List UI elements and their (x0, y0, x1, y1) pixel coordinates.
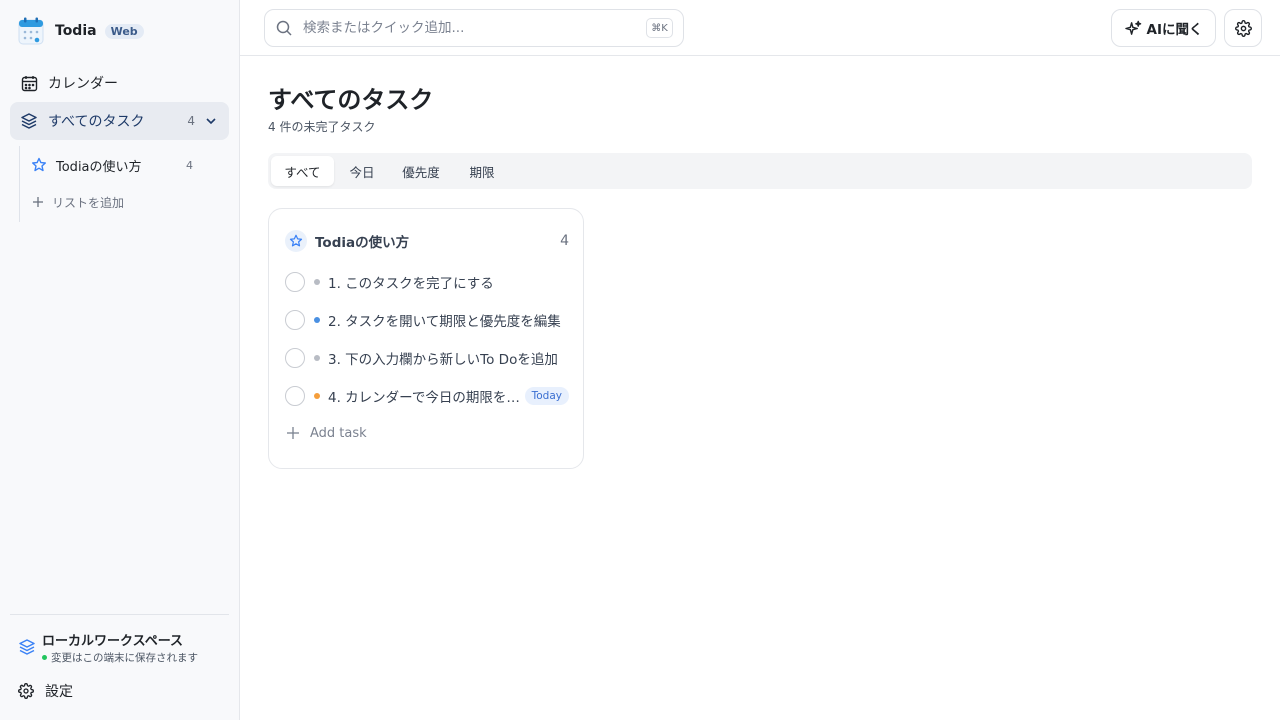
add-task-label: Add task (310, 425, 367, 441)
task-checkbox[interactable] (285, 348, 305, 368)
layers-icon (19, 639, 35, 655)
calendar-icon (20, 74, 38, 92)
task-checkbox[interactable] (285, 386, 305, 406)
priority-dot-icon (314, 393, 320, 399)
task-text: 3. 下の入力欄から新しいTo Doを追加 (328, 352, 558, 368)
task-text: 2. タスクを開いて期限と優先度を編集 (328, 314, 561, 330)
gear-icon (1234, 19, 1252, 37)
brand[interactable]: Todia Web (18, 16, 144, 46)
page-title: すべてのタスク (268, 86, 434, 114)
card-title: Todiaの使い方 (315, 235, 410, 251)
add-list-label: リストを追加 (52, 195, 125, 210)
workspace-subtitle: 変更はこの端末に保存されます (42, 650, 198, 665)
sidebar-item-label: すべてのタスク (48, 114, 145, 130)
filter-tabs: すべて 今日 優先度 期限 (268, 153, 1252, 189)
gear-icon (18, 683, 34, 699)
plus-icon (287, 427, 299, 439)
priority-dot-icon (314, 279, 320, 285)
app-badge: Web (104, 23, 144, 39)
sidebar-list-label: Todiaの使い方 (56, 159, 142, 175)
workspace-title: ローカルワークスペース (42, 634, 184, 649)
add-task-button[interactable]: Add task (286, 421, 367, 445)
task-item[interactable]: 2. タスクを開いて期限と優先度を編集 (285, 307, 569, 333)
task-checkbox[interactable] (285, 272, 305, 292)
sidebar-item-all-tasks[interactable]: すべてのタスク 4 (10, 102, 229, 140)
workspace-status-text: 変更はこの端末に保存されます (51, 652, 198, 664)
task-list-card: Todiaの使い方 4 1. このタスクを完了にする 2. タスクを開いて期限と… (268, 208, 584, 469)
app-name: Todia (55, 23, 97, 39)
sidebar-list-item[interactable]: Todiaの使い方 4 (30, 150, 200, 180)
topbar: ⌘K AIに聞く (240, 0, 1280, 56)
ask-ai-label: AIに聞く (1146, 22, 1203, 38)
sidebar-item-label: カレンダー (48, 76, 118, 92)
priority-dot-icon (314, 317, 320, 323)
search-shortcut: ⌘K (646, 18, 673, 38)
task-checkbox[interactable] (285, 310, 305, 330)
tab-all[interactable]: すべて (271, 156, 334, 186)
layers-icon (20, 112, 38, 130)
task-text: 1. このタスクを完了にする (328, 276, 494, 292)
sidebar: Todia Web カレンダー すべてのタスク 4 Todiaの使い方 4 リス… (0, 0, 240, 720)
app-logo-icon (18, 17, 44, 45)
list-count: 4 (186, 158, 193, 172)
add-list-button[interactable]: リストを追加 (30, 187, 200, 217)
priority-dot-icon (314, 355, 320, 361)
search-icon (276, 20, 292, 36)
sidebar-item-calendar[interactable]: カレンダー (10, 64, 229, 102)
task-item[interactable]: 3. 下の入力欄から新しいTo Doを追加 (285, 345, 569, 371)
search-input[interactable] (303, 20, 633, 36)
card-count: 4 (560, 233, 569, 249)
chevron-down-icon[interactable] (203, 113, 219, 129)
settings-button[interactable] (1224, 9, 1262, 47)
sidebar-item-settings[interactable]: 設定 (18, 678, 73, 704)
task-item[interactable]: 1. このタスクを完了にする (285, 269, 569, 295)
page-subtitle: 4 件の未完了タスク (268, 120, 376, 134)
sparkles-icon (1124, 20, 1141, 35)
sublist-guide-line (19, 146, 20, 222)
task-item[interactable]: 4. カレンダーで今日の期限を確認 Today (285, 383, 569, 409)
star-icon (285, 230, 307, 252)
card-header: Todiaの使い方 4 (285, 229, 569, 253)
star-icon (30, 156, 48, 174)
plus-icon (30, 193, 46, 211)
ask-ai-button[interactable]: AIに聞く (1111, 9, 1216, 47)
sidebar-divider (10, 614, 229, 615)
status-dot-icon (42, 655, 47, 660)
workspace-switcher[interactable]: ローカルワークスペース 変更はこの端末に保存されます (18, 630, 228, 666)
tab-today[interactable]: 今日 (338, 156, 386, 186)
due-today-badge: Today (524, 387, 569, 405)
tab-due-date[interactable]: 期限 (456, 156, 508, 186)
search-box[interactable]: ⌘K (264, 9, 684, 47)
task-count: 4 (187, 114, 195, 128)
task-text: 4. カレンダーで今日の期限を確認 (328, 390, 525, 406)
settings-label: 設定 (45, 684, 73, 700)
tab-priority[interactable]: 優先度 (390, 156, 452, 186)
